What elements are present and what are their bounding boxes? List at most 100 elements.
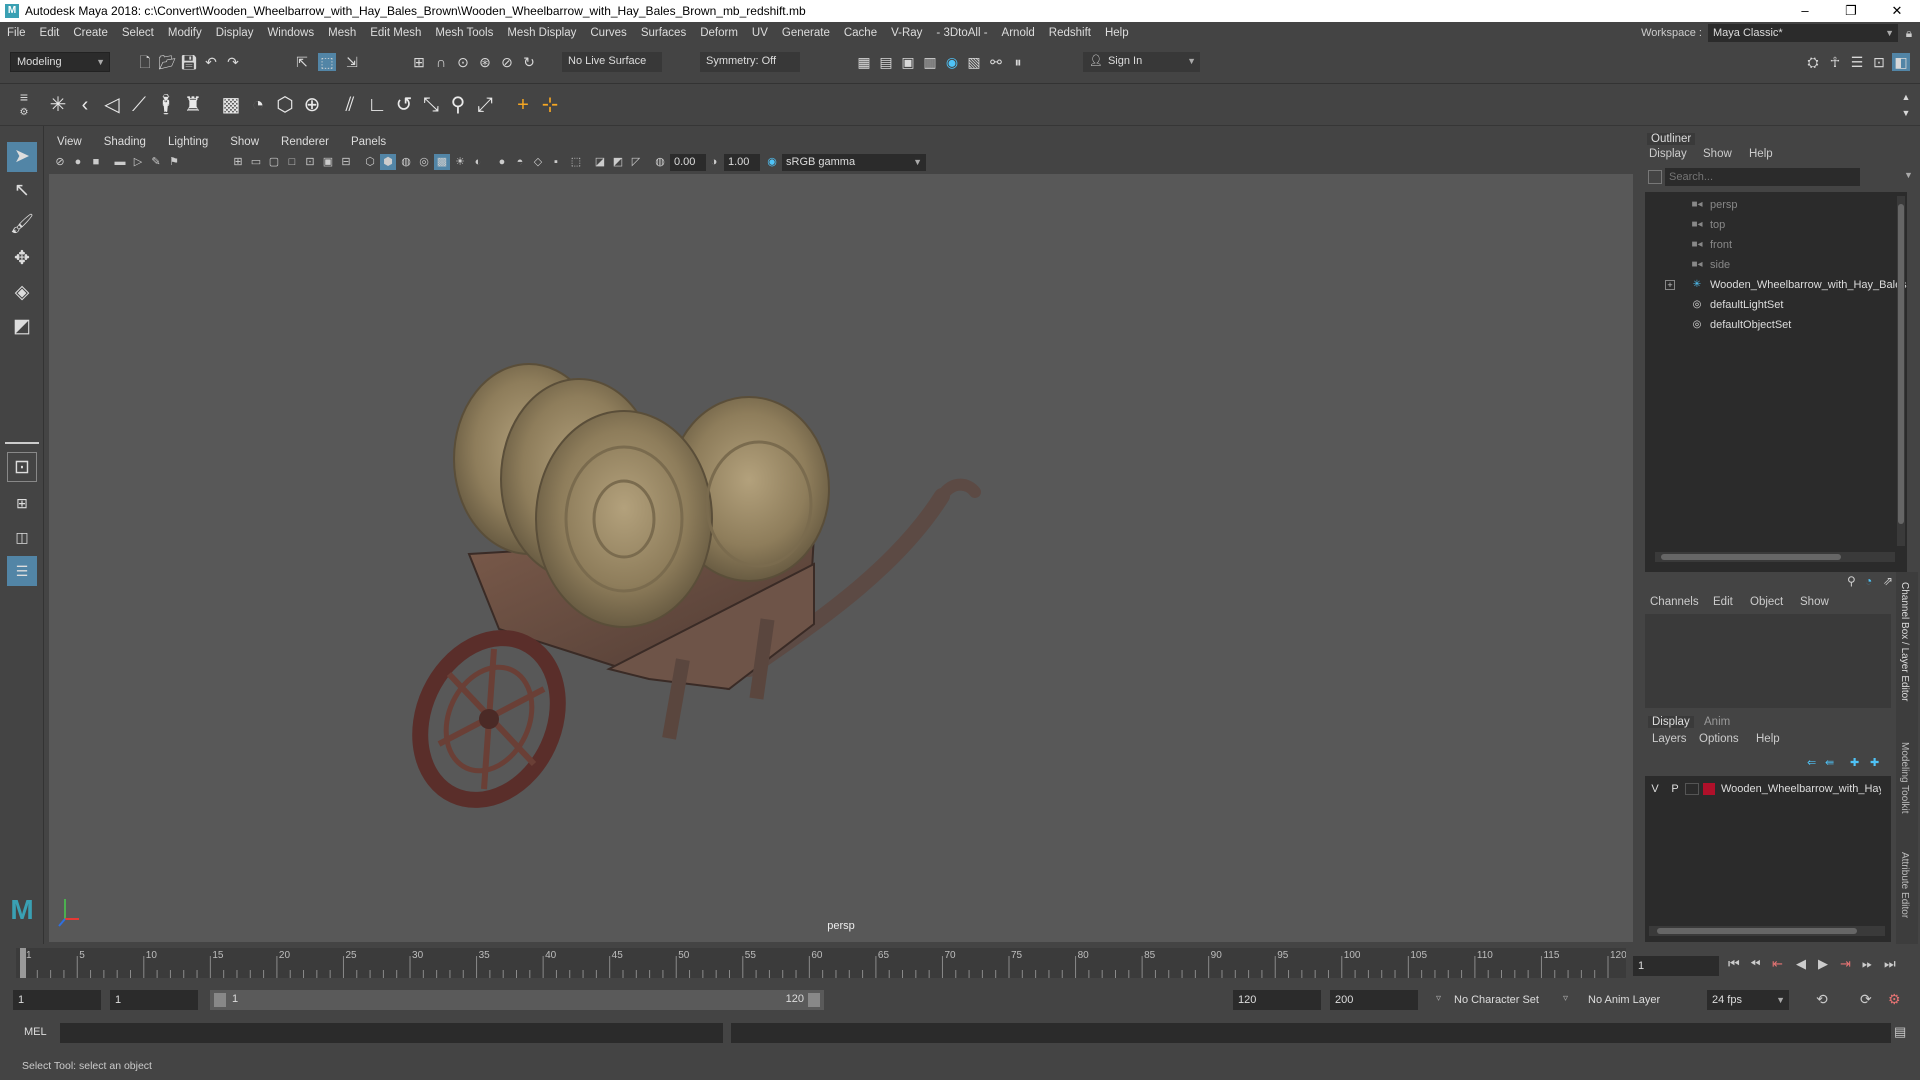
outliner-layout-icon[interactable]: ☰	[7, 556, 37, 586]
lasso-tool-icon[interactable]: ↖	[7, 176, 37, 206]
select-object-icon[interactable]: ⬚	[318, 53, 336, 71]
textured-icon[interactable]: ◎	[416, 154, 432, 170]
3d-viewport[interactable]: persp	[49, 174, 1633, 942]
multisample-icon[interactable]: ◓	[512, 154, 528, 170]
constraint-pole-icon[interactable]: ⤢	[471, 91, 499, 119]
menu-edit[interactable]: Edit	[33, 27, 67, 39]
render-view-icon[interactable]: ▥	[921, 53, 939, 71]
snap-curve-icon[interactable]: ∩	[432, 53, 450, 71]
menu-file[interactable]: File	[0, 27, 33, 39]
menu-mesh[interactable]: Mesh	[321, 27, 363, 39]
color-space-dropdown[interactable]: sRGB gamma ▼	[782, 154, 926, 171]
lock-icon[interactable]: 🔒︎	[1898, 26, 1920, 41]
step-back-key-icon[interactable]: ⏪︎	[1750, 956, 1760, 972]
camera-select-icon[interactable]: ⊘	[52, 154, 68, 170]
playback-end-field[interactable]: 120	[1233, 990, 1321, 1010]
safe-action-icon[interactable]: ▣	[320, 154, 336, 170]
channel-menu-show[interactable]: Show	[1800, 596, 1829, 608]
two-d-pan-icon[interactable]: ▷	[130, 154, 146, 170]
animation-end-field[interactable]: 200	[1330, 990, 1418, 1010]
range-slider[interactable]: 1 120	[210, 990, 824, 1010]
modeling-toolkit-icon[interactable]: ⛭	[1804, 53, 1822, 71]
redshift-render-icon[interactable]: ⚯	[987, 53, 1005, 71]
outliner-search-input[interactable]	[1665, 168, 1860, 186]
menu-create[interactable]: Create	[66, 27, 115, 39]
gamma-field[interactable]: 1.00	[724, 154, 760, 171]
channel-box-icon-3[interactable]: ⇗	[1883, 574, 1893, 588]
rotate-tool-icon[interactable]: ◈	[7, 278, 37, 308]
outliner-item-default-object-set[interactable]: ◎ defaultObjectSet	[1690, 316, 1792, 334]
step-forward-key-icon[interactable]: ⏩︎	[1862, 956, 1872, 972]
range-slider-handle-end[interactable]	[808, 993, 820, 1007]
snap-view-plane-icon[interactable]: ⊛	[476, 53, 494, 71]
menu-cache[interactable]: Cache	[837, 27, 884, 39]
maximize-button[interactable]: ❐	[1828, 0, 1874, 22]
layer-row[interactable]: V P Wooden_Wheelbarrow_with_Hay_Bales	[1645, 780, 1891, 798]
cluster-icon[interactable]: ⊕	[298, 91, 326, 119]
character-set-icon[interactable]: ▿	[1436, 993, 1441, 1004]
symmetry-dropdown[interactable]: Symmetry: Off	[700, 52, 800, 72]
render-frame-icon[interactable]: ▤	[877, 53, 895, 71]
menu-curves[interactable]: Curves	[583, 27, 633, 39]
snap-live-icon[interactable]: ⊘	[498, 53, 516, 71]
grid-icon[interactable]: ⊞	[230, 154, 246, 170]
menu-edit-mesh[interactable]: Edit Mesh	[363, 27, 428, 39]
lattice-icon[interactable]: ⬡	[271, 91, 299, 119]
scrollbar-thumb[interactable]	[1661, 554, 1841, 560]
save-scene-icon[interactable]: 💾︎	[180, 53, 198, 71]
outliner-item-wheelbarrow-group[interactable]: ✳ Wooden_Wheelbarrow_with_Hay_Bales	[1690, 276, 1907, 294]
command-input[interactable]	[60, 1023, 723, 1043]
xray-joints-icon[interactable]: ◪	[592, 154, 608, 170]
menu-3dtoall[interactable]: - 3DtoAll -	[929, 27, 994, 39]
channel-menu-channels[interactable]: Channels	[1650, 596, 1699, 608]
menu-deform[interactable]: Deform	[693, 27, 745, 39]
quick-rig-icon[interactable]: ♜	[179, 91, 207, 119]
menu-help[interactable]: Help	[1098, 27, 1136, 39]
two-pane-icon[interactable]: ◫	[7, 522, 37, 552]
channel-box-icon-2[interactable]: ◔	[1865, 574, 1872, 588]
bookmark-flag-icon[interactable]: ⚑	[166, 154, 182, 170]
layer-tab-anim[interactable]: Anim	[1704, 716, 1730, 728]
constraint-scale-icon[interactable]: ⤡	[417, 91, 445, 119]
current-frame-field[interactable]: 1	[1633, 956, 1719, 976]
play-forward-icon[interactable]: ▶	[1818, 956, 1828, 972]
step-back-frame-icon[interactable]: ⇤	[1772, 956, 1783, 972]
open-scene-icon[interactable]: 📂︎	[158, 53, 176, 71]
menu-redshift[interactable]: Redshift	[1042, 27, 1098, 39]
outliner-menu-help[interactable]: Help	[1749, 148, 1773, 160]
smooth-shade-icon[interactable]: ⬢	[380, 154, 396, 170]
channel-box-icon-1[interactable]: ⚲	[1847, 574, 1856, 588]
shelf-options-icon[interactable]: ⚙︎	[15, 104, 33, 122]
outliner-item-front[interactable]: ■◂ front	[1690, 236, 1732, 254]
menu-arnold[interactable]: Arnold	[995, 27, 1042, 39]
outliner-vscrollbar[interactable]	[1897, 196, 1905, 546]
snap-rotate-icon[interactable]: ↻	[520, 53, 538, 71]
constraint-point-icon[interactable]: ∟	[363, 91, 391, 119]
step-forward-frame-icon[interactable]: ⇥	[1840, 956, 1851, 972]
hypershade-icon[interactable]: ◉	[943, 53, 961, 71]
paint-select-tool-icon[interactable]: 🖌︎	[7, 210, 37, 240]
chevron-down-icon[interactable]: ▼	[1904, 170, 1913, 180]
constraint-aim-icon[interactable]: ⚲	[444, 91, 472, 119]
workspace-dropdown[interactable]: Maya Classic* ▼	[1708, 24, 1898, 42]
joint-icon[interactable]: ✳	[44, 91, 72, 119]
wheelbarrow-model[interactable]	[49, 174, 1633, 942]
new-layer-selected-icon[interactable]: ✚	[1870, 756, 1879, 769]
menu-mesh-tools[interactable]: Mesh Tools	[428, 27, 500, 39]
sign-in-dropdown[interactable]: 👤︎ Sign In ▼	[1083, 52, 1200, 72]
undo-icon[interactable]: ↶	[202, 53, 220, 71]
fps-dropdown[interactable]: 24 fps ▼	[1707, 990, 1789, 1010]
safe-title-icon[interactable]: ⊟	[338, 154, 354, 170]
gamma-icon[interactable]: ◑	[706, 154, 722, 170]
redo-icon[interactable]: ↷	[224, 53, 242, 71]
locator-joint-icon[interactable]: ⊹	[536, 91, 564, 119]
shadows-icon[interactable]: ☀	[452, 154, 468, 170]
filter-icon[interactable]	[1648, 170, 1662, 184]
exposure-field[interactable]: 0.00	[670, 154, 706, 171]
menu-mesh-display[interactable]: Mesh Display	[500, 27, 583, 39]
mel-label[interactable]: MEL	[24, 1026, 47, 1038]
outliner-item-persp[interactable]: ■◂ persp	[1690, 196, 1737, 214]
isolate-select-icon[interactable]: ▪	[548, 154, 564, 170]
menu-generate[interactable]: Generate	[775, 27, 837, 39]
use-all-lights-icon[interactable]: ▩	[434, 154, 450, 170]
